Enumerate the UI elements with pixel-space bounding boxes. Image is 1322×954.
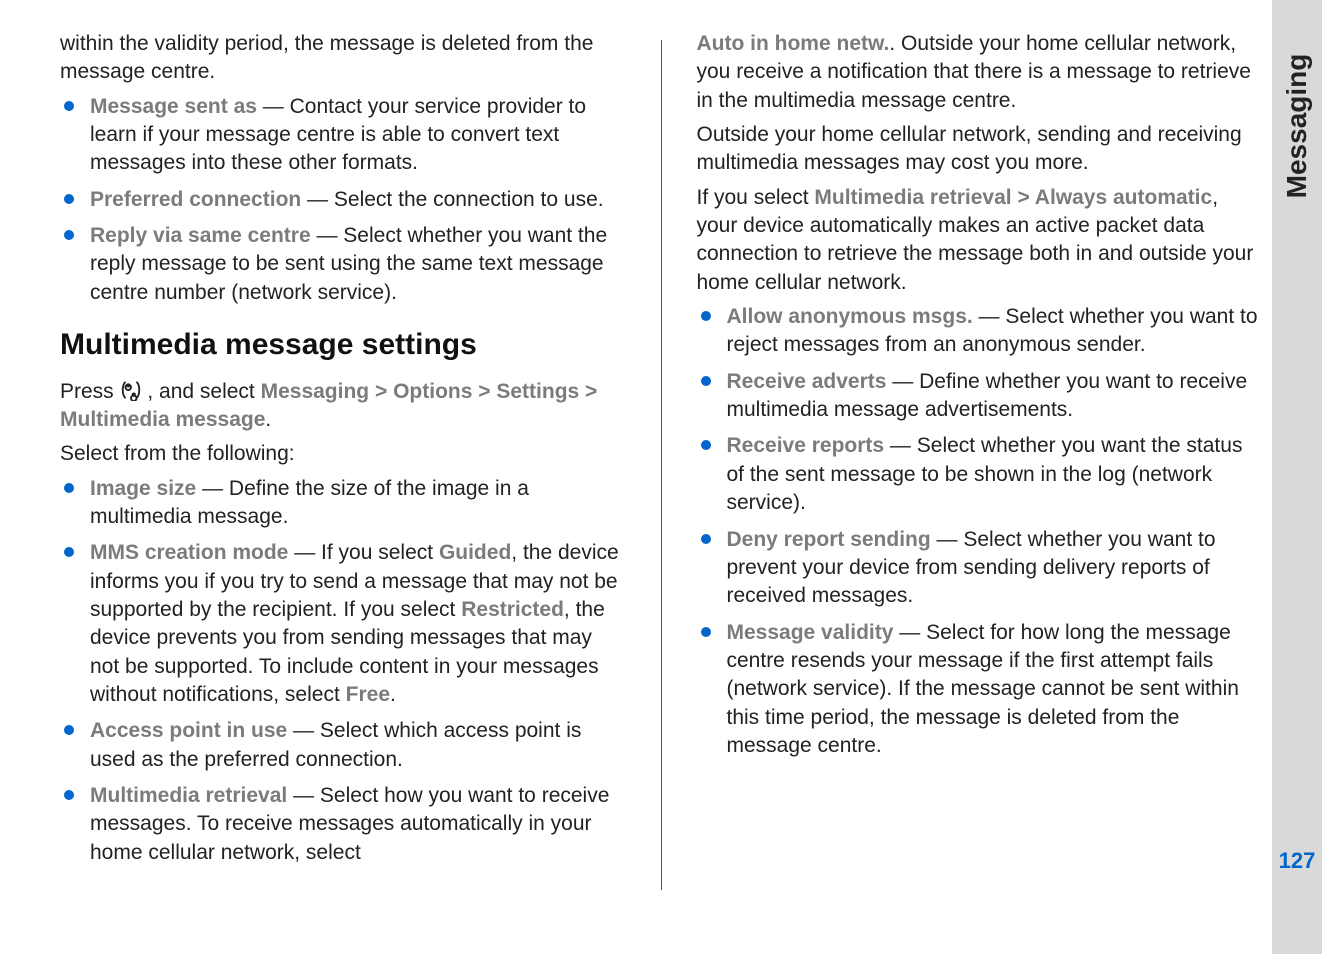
inline-free: Free bbox=[346, 683, 390, 706]
option-reply-via-same-centre: Reply via same centre — Select whether y… bbox=[60, 222, 626, 307]
always-automatic-note: If you select Multimedia retrieval > Alw… bbox=[697, 184, 1263, 297]
inline-mm-retrieval: Multimedia retrieval bbox=[814, 186, 1011, 209]
option-label: Receive reports bbox=[727, 434, 885, 457]
option-multimedia-retrieval: Multimedia retrieval — Select how you wa… bbox=[60, 782, 626, 867]
menu-key-icon bbox=[120, 379, 142, 401]
option-receive-reports: Receive reports — Select whether you wan… bbox=[697, 432, 1263, 517]
option-desc-end: . bbox=[390, 683, 396, 706]
path-sep: > bbox=[1012, 186, 1035, 209]
path-sep: > bbox=[478, 380, 496, 403]
option-image-size: Image size — Define the size of the imag… bbox=[60, 475, 626, 532]
option-label: Reply via same centre bbox=[90, 224, 311, 247]
path-settings: Settings bbox=[496, 380, 579, 403]
option-label: Receive adverts bbox=[727, 370, 887, 393]
p2a: If you select bbox=[697, 186, 815, 209]
option-desc-pre: — If you select bbox=[288, 541, 439, 564]
left-column: within the validity period, the message … bbox=[60, 30, 626, 900]
path-options: Options bbox=[393, 380, 472, 403]
option-allow-anonymous: Allow anonymous msgs. — Select whether y… bbox=[697, 303, 1263, 360]
path-sep: > bbox=[585, 380, 597, 403]
two-column-layout: within the validity period, the message … bbox=[60, 30, 1262, 900]
mms-options-list-right: Allow anonymous msgs. — Select whether y… bbox=[697, 303, 1263, 760]
mms-options-list-left: Image size — Define the size of the imag… bbox=[60, 475, 626, 867]
option-label: Multimedia retrieval bbox=[90, 784, 287, 807]
page-number: 127 bbox=[1272, 848, 1322, 874]
option-label: Message validity bbox=[727, 621, 894, 644]
option-label: Message sent as bbox=[90, 95, 257, 118]
inline-restricted: Restricted bbox=[461, 598, 564, 621]
right-column: Auto in home netw.. Outside your home ce… bbox=[697, 30, 1263, 900]
option-deny-report-sending: Deny report sending — Select whether you… bbox=[697, 526, 1263, 611]
option-desc: — Select the connection to use. bbox=[301, 188, 603, 211]
option-label: Access point in use bbox=[90, 719, 287, 742]
retrieval-continuation: Auto in home netw.. Outside your home ce… bbox=[697, 30, 1263, 115]
option-access-point: Access point in use — Select which acces… bbox=[60, 717, 626, 774]
continuation-text: within the validity period, the message … bbox=[60, 30, 626, 87]
option-label: MMS creation mode bbox=[90, 541, 288, 564]
option-label: Preferred connection bbox=[90, 188, 301, 211]
option-receive-adverts: Receive adverts — Define whether you wan… bbox=[697, 368, 1263, 425]
mms-settings-heading: Multimedia message settings bbox=[60, 325, 626, 366]
chapter-label: Messaging bbox=[1281, 54, 1313, 199]
column-divider bbox=[661, 40, 662, 890]
inline-auto-home: Auto in home netw. bbox=[697, 32, 890, 55]
option-label: Deny report sending bbox=[727, 528, 931, 551]
option-label: Allow anonymous msgs. bbox=[727, 305, 973, 328]
select-from-text: Select from the following: bbox=[60, 440, 626, 468]
option-message-validity: Message validity — Select for how long t… bbox=[697, 619, 1263, 761]
option-label: Image size bbox=[90, 477, 196, 500]
path-sep: > bbox=[375, 380, 393, 403]
roaming-cost-note: Outside your home cellular network, send… bbox=[697, 121, 1263, 178]
inline-guided: Guided bbox=[439, 541, 511, 564]
press-text: Press bbox=[60, 380, 120, 403]
inline-always-automatic: Always automatic bbox=[1035, 186, 1212, 209]
chapter-tab: Messaging 127 bbox=[1272, 0, 1322, 954]
path-mms: Multimedia message bbox=[60, 408, 265, 431]
manual-page: within the validity period, the message … bbox=[0, 0, 1322, 954]
text-message-options-list: Message sent as — Contact your service p… bbox=[60, 93, 626, 307]
path-messaging: Messaging bbox=[261, 380, 370, 403]
period: . bbox=[265, 408, 271, 431]
option-mms-creation-mode: MMS creation mode — If you select Guided… bbox=[60, 539, 626, 709]
option-message-sent-as: Message sent as — Contact your service p… bbox=[60, 93, 626, 178]
instruction-press-path: Press , and select Messaging > Options >… bbox=[60, 378, 626, 435]
and-select-text: , and select bbox=[147, 380, 260, 403]
option-preferred-connection: Preferred connection — Select the connec… bbox=[60, 186, 626, 214]
